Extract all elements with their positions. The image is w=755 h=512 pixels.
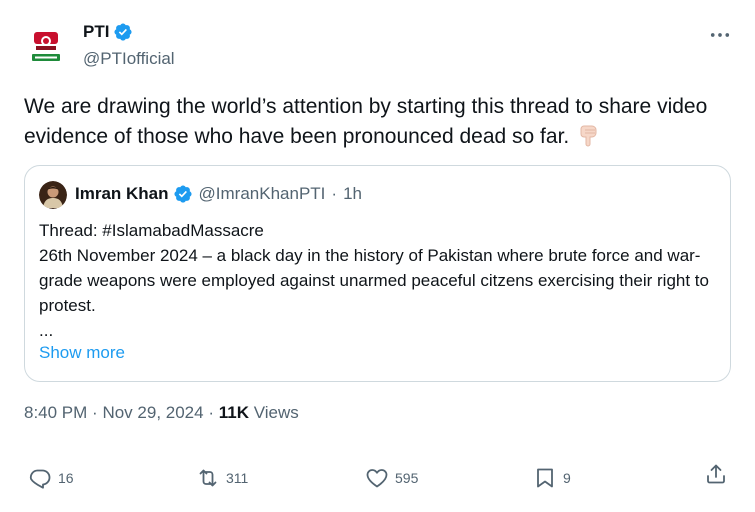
action-bar: 16 311 595 9 [0,460,755,496]
quoted-text: Thread: #IslamabadMassacre 26th November… [39,221,709,340]
verified-badge-icon [173,185,192,203]
author-display-name[interactable]: PTI [83,22,109,42]
quoted-author-avatar[interactable] [39,181,67,209]
like-count: 595 [395,470,419,486]
show-more-link[interactable]: Show more [39,343,125,363]
meta-separator-2: · [208,403,214,422]
tweet-text: We are drawing the world’s attention by … [24,92,724,152]
more-options-icon[interactable] [709,24,731,46]
heart-icon [366,469,388,488]
reply-button[interactable]: 16 [28,460,74,496]
ellipsis-icon [710,33,730,37]
imran-khan-avatar-icon [39,181,67,209]
quoted-separator: · [331,184,338,203]
views-count: 11K [218,403,249,422]
repost-icon [199,469,217,487]
reply-icon [29,469,51,489]
quoted-tweet-card[interactable]: Imran Khan @ImranKhanPTI · 1h Thread: #I… [24,165,731,382]
bookmark-count: 9 [563,470,571,486]
like-button[interactable]: 595 [365,460,418,496]
views-label: Views [253,403,299,422]
author-handle[interactable]: @PTIofficial [83,49,175,69]
share-button[interactable] [704,462,728,486]
author-avatar[interactable] [24,24,68,68]
bookmark-icon [537,468,553,488]
tweet: PTI @PTIofficial We are drawing the worl… [0,0,755,512]
reply-count: 16 [58,470,74,486]
quoted-handle[interactable]: @ImranKhanPTI [199,184,326,204]
repost-button[interactable]: 311 [196,460,248,496]
author-name-row[interactable]: PTI [83,22,133,42]
pti-logo-icon [24,24,68,68]
tweet-time[interactable]: 8:40 PM [24,403,87,422]
quoted-time[interactable]: 1h [343,184,362,204]
tweet-text-content: We are drawing the world’s attention by … [24,95,708,148]
repost-count: 311 [226,470,249,486]
hand-pointing-down-icon [580,125,597,147]
verified-badge-icon [114,23,132,41]
bookmark-button[interactable]: 9 [533,460,571,496]
share-icon [707,464,725,484]
quoted-display-name[interactable]: Imran Khan [75,184,169,204]
tweet-date[interactable]: Nov 29, 2024 [102,403,203,422]
meta-separator: · [92,403,98,422]
tweet-meta: 8:40 PM · Nov 29, 2024 · 11K Views [24,403,299,423]
quoted-header: Imran Khan @ImranKhanPTI · 1h [75,184,362,204]
